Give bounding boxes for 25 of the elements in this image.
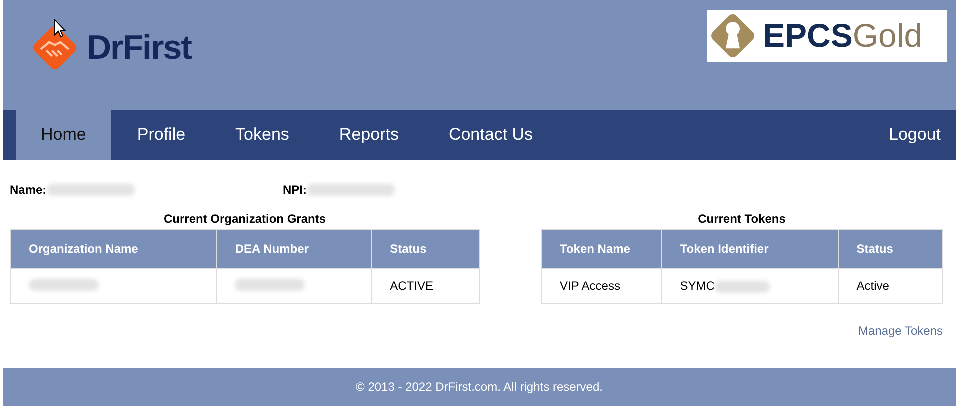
field-label: Name: xyxy=(10,183,47,197)
column-header: Status xyxy=(838,230,942,268)
table-cell: SYMC xyxy=(680,279,715,293)
column-header: Status xyxy=(372,230,480,268)
copyright-text: © 2013 - 2022 DrFirst.com. All rights reserved. xyxy=(356,380,603,394)
table-title: Current Tokens xyxy=(698,212,786,226)
mouse-pointer-icon xyxy=(54,19,66,38)
column-header: Organization Name xyxy=(10,230,217,268)
logout-link[interactable]: Logout xyxy=(874,110,956,160)
badge-wordmark: EPCSGold xyxy=(763,17,923,55)
nav-tab[interactable]: Contact Us xyxy=(424,110,558,160)
column-header: Token Identifier xyxy=(662,230,838,268)
nav-tab[interactable]: Tokens xyxy=(212,110,314,160)
column-header: DEA Number xyxy=(216,230,372,268)
table-cell: VIP Access xyxy=(560,279,620,293)
field-label: NPI: xyxy=(283,183,307,197)
table-cell: Active xyxy=(856,279,890,293)
column-header: Token Name xyxy=(542,230,662,268)
nav-tab[interactable]: Profile xyxy=(113,110,210,160)
logo-wordmark: DrFirst xyxy=(87,28,192,68)
manage-tokens-link[interactable]: Manage Tokens xyxy=(858,324,943,338)
table-cell: ACTIVE xyxy=(390,279,434,293)
nav-tab[interactable]: Reports xyxy=(315,110,423,160)
table-title: Current Organization Grants xyxy=(164,212,326,226)
nav-tab[interactable]: Home xyxy=(16,110,112,160)
